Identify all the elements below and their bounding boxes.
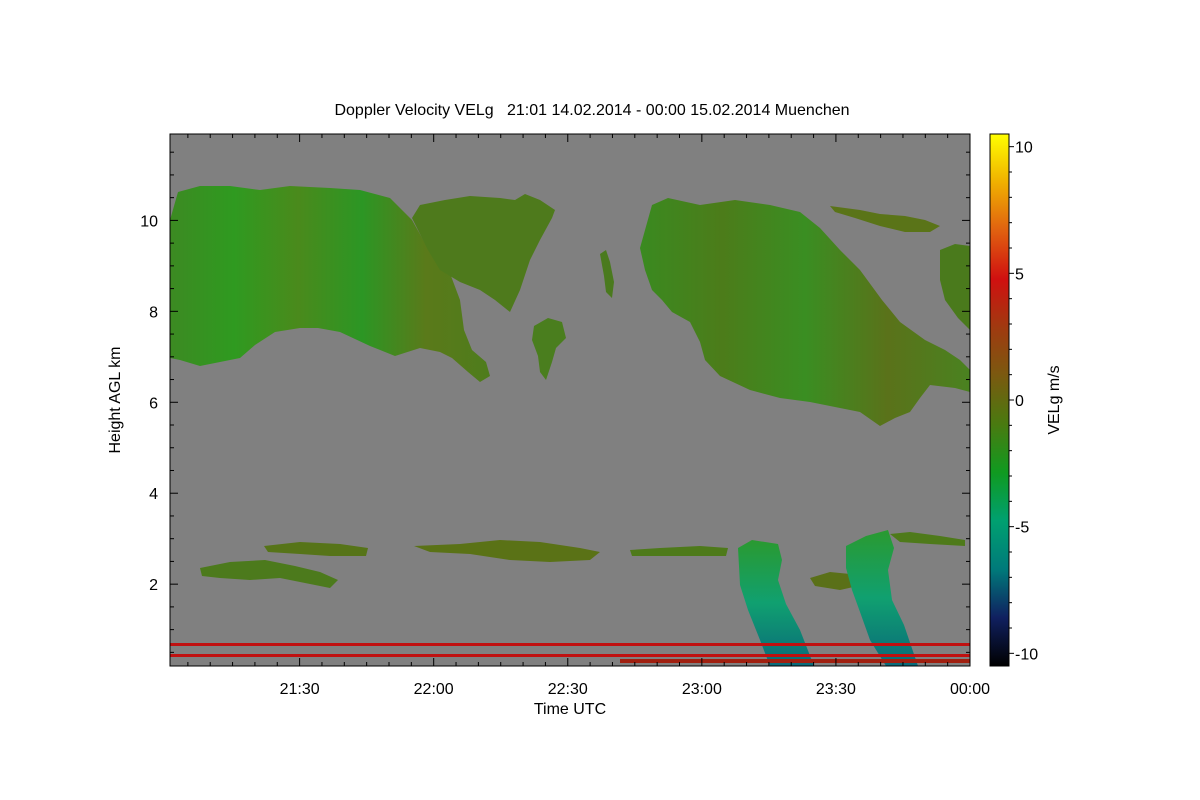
- colorbar-tick-label: -5: [1015, 520, 1029, 537]
- colorbar-label: VELg m/s: [1046, 365, 1063, 434]
- x-tick-label: 22:00: [414, 681, 454, 698]
- x-tick-label: 22:30: [548, 681, 588, 698]
- colorbar-ticks: 10 5 0 -5 -10: [1009, 140, 1038, 663]
- y-tick-label: 4: [149, 486, 158, 503]
- x-axis-label: Time UTC: [534, 701, 606, 718]
- colorbar-tick-label: -10: [1015, 646, 1038, 663]
- colorbar-tick-label: 5: [1015, 266, 1024, 283]
- region-near-surface-band-3: [620, 659, 970, 663]
- y-axis-label: Height AGL km: [107, 346, 124, 453]
- colorbar-tick-label: 10: [1015, 140, 1033, 157]
- x-tick-label: 21:30: [280, 681, 320, 698]
- chart-title: Doppler Velocity VELg 21:01 14.02.2014 -…: [334, 102, 849, 119]
- y-tick-label: 8: [149, 304, 158, 321]
- colorbar: [989, 133, 1010, 667]
- x-tick-label: 23:00: [682, 681, 722, 698]
- y-tick-label: 10: [140, 213, 158, 230]
- colorbar-tick-label: 0: [1015, 393, 1024, 410]
- y-tick-label: 2: [149, 577, 158, 594]
- y-tick-label: 6: [149, 395, 158, 412]
- x-tick-label: 00:00: [950, 681, 990, 698]
- chart: Doppler Velocity VELg 21:01 14.02.2014 -…: [107, 102, 1063, 718]
- x-tick-label: 23:30: [816, 681, 856, 698]
- region-near-surface-band-2: [170, 654, 970, 657]
- region-near-surface-band-1: [170, 643, 970, 646]
